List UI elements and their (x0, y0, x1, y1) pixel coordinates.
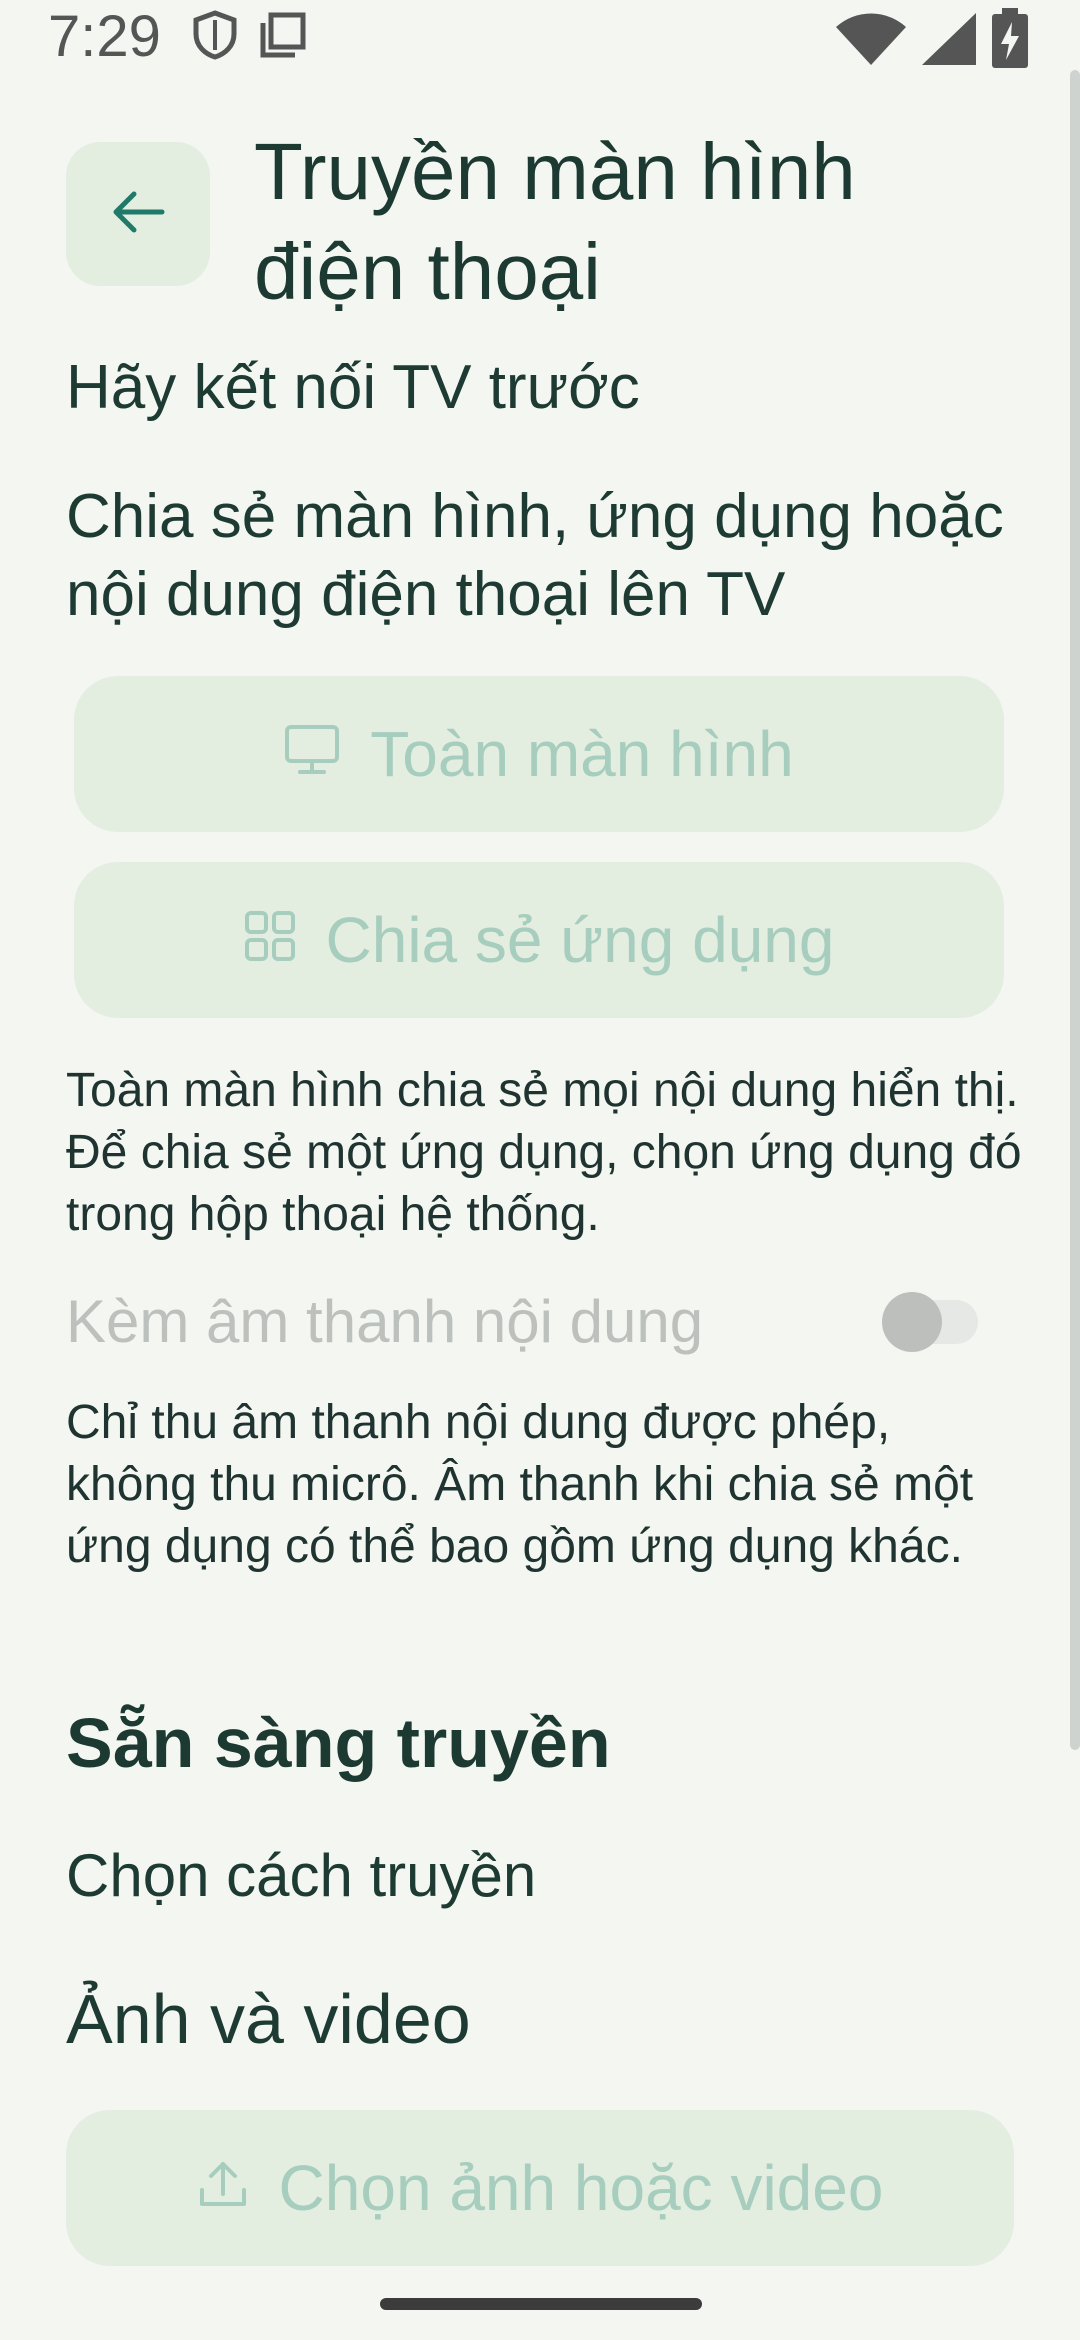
audio-toggle-label: Kèm âm thanh nội dung (66, 1288, 704, 1355)
full-screen-note: Toàn màn hình chia sẻ mọi nội dung hiển … (66, 1064, 1022, 1241)
scrollbar[interactable] (1070, 70, 1080, 1750)
monitor-icon (284, 717, 340, 791)
full-screen-button[interactable]: Toàn màn hình (74, 676, 1004, 832)
status-right-icons (834, 8, 1030, 75)
screenshot-icon (260, 12, 306, 63)
back-button[interactable] (66, 142, 210, 286)
grid-icon (244, 903, 296, 977)
choose-method-subheading: Chọn cách truyền (66, 1842, 537, 1909)
audio-note: Chỉ thu âm thanh nội dung được phép, khô… (66, 1396, 974, 1573)
status-left-icons (192, 10, 306, 65)
choose-media-label: Chọn ảnh hoặc video (278, 2152, 884, 2224)
full-screen-label: Toàn màn hình (370, 718, 794, 790)
share-app-button[interactable]: Chia sẻ ứng dụng (74, 862, 1004, 1018)
page-title: Truyền màn hình điện thoại (254, 127, 856, 316)
arrow-left-icon (110, 190, 166, 239)
connect-tv-hint: Hãy kết nối TV trước (66, 353, 640, 422)
share-description: Chia sẻ màn hình, ứng dụng hoặc nội dung… (66, 482, 1004, 629)
media-title: Ảnh và video (66, 1980, 471, 2058)
audio-toggle-row[interactable]: Kèm âm thanh nội dung (66, 1286, 986, 1358)
audio-toggle-switch[interactable] (882, 1292, 978, 1352)
toggle-knob (882, 1292, 942, 1352)
share-app-label: Chia sẻ ứng dụng (325, 904, 835, 976)
cellular-signal-icon (920, 11, 978, 72)
status-time: 7:29 (48, 4, 161, 69)
shield-icon (192, 10, 238, 65)
battery-charging-icon (990, 8, 1030, 75)
wifi-icon (834, 11, 908, 72)
upload-icon (197, 2151, 249, 2225)
home-indicator[interactable] (380, 2298, 702, 2310)
status-bar: 7:29 (0, 0, 1080, 80)
choose-media-button[interactable]: Chọn ảnh hoặc video (66, 2110, 1014, 2266)
ready-section-heading: Sẵn sàng truyền (66, 1704, 611, 1782)
